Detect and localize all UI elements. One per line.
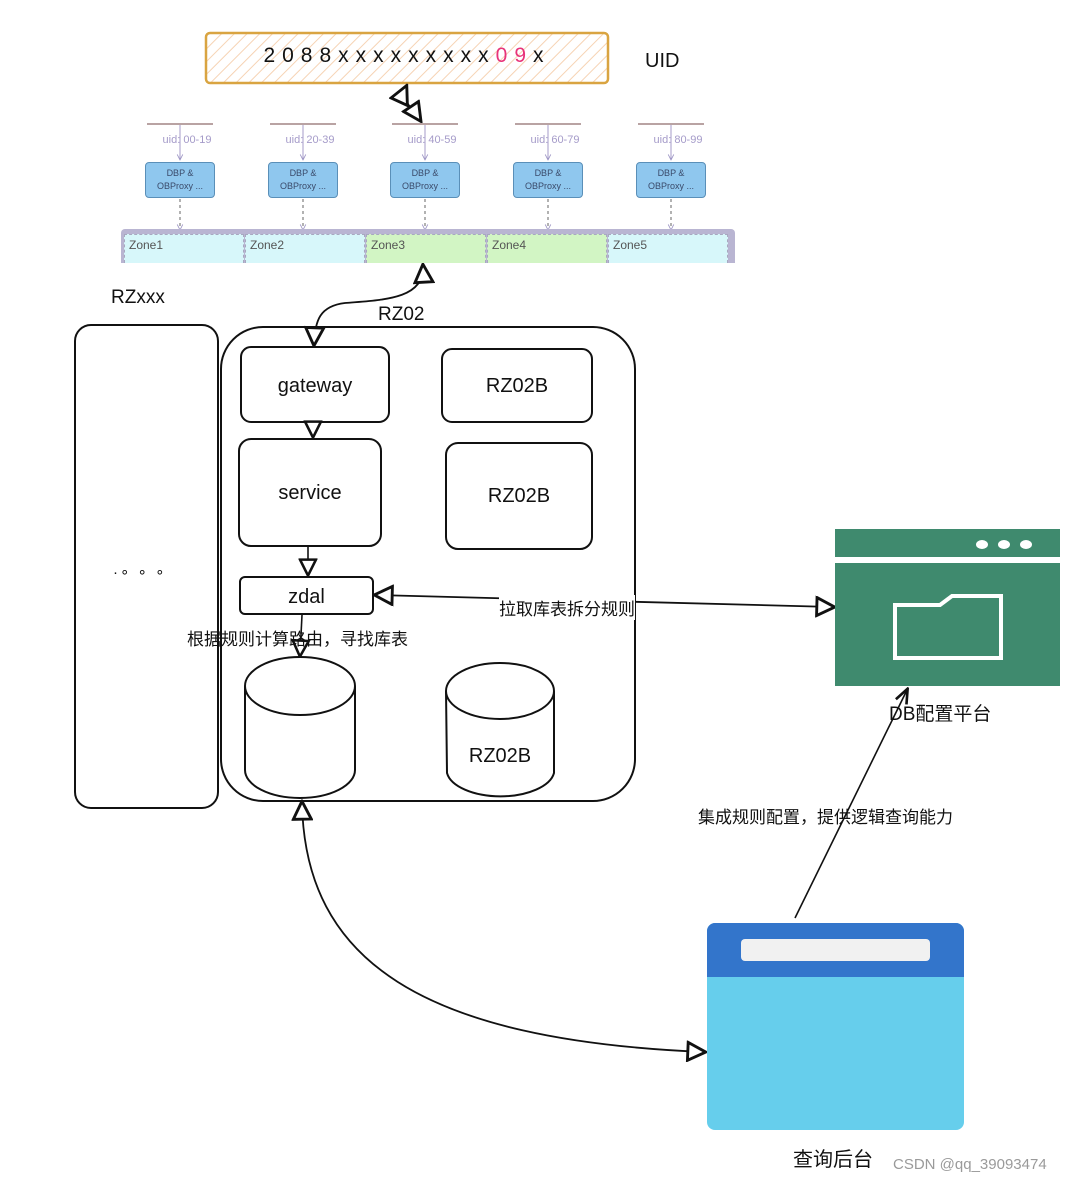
db-config-platform-label: DB配置平台 <box>889 704 992 725</box>
uid-prefix: 2088xxxxxxxxx <box>263 44 496 67</box>
shard-uid-range: uid: 40-59 <box>407 134 457 146</box>
pull-rules-label: 拉取库表拆分规则 <box>499 595 635 620</box>
proxy-label-line1: DBP & <box>411 168 439 178</box>
uid-shard-digits: 09 <box>495 44 534 67</box>
route-calc-label: 根据规则计算路由，寻找库表 <box>187 630 408 649</box>
uid-suffix: x <box>533 44 551 67</box>
proxy-label-line2: OBProxy ... <box>401 181 448 191</box>
query-to-db-arrow <box>302 803 704 1052</box>
shard-uid-range: uid: 80-99 <box>653 134 703 146</box>
window-dot-icon <box>976 540 988 549</box>
proxy-node: DBP & OBProxy ... <box>268 162 338 198</box>
shard-uid-range: uid: 00-19 <box>162 134 212 146</box>
proxy-node: DBP & OBProxy ... <box>390 162 460 198</box>
folder-icon <box>893 594 1003 660</box>
proxy-label-line2: OBProxy ... <box>647 181 694 191</box>
proxy-label-line1: DBP & <box>657 168 685 178</box>
proxy-label-line2: OBProxy ... <box>156 181 203 191</box>
proxy-label-line2: OBProxy ... <box>524 181 571 191</box>
zone-strip: Zone1 Zone2 Zone3 Zone4 Zone5 <box>121 229 735 263</box>
uid-pattern: 2088xxxxxxxxx09x <box>205 44 609 68</box>
watermark: CSDN @qq_39093474 <box>893 1156 1047 1173</box>
zdal-label: zdal <box>288 586 325 608</box>
window-dot-icon <box>1020 540 1032 549</box>
query-backend-label: 查询后台 <box>793 1149 873 1171</box>
proxy-label-line1: DBP & <box>289 168 317 178</box>
shard-uid-range: uid: 20-39 <box>285 134 335 146</box>
db-config-platform-window[interactable] <box>835 529 1060 686</box>
uid-to-shard-arrow <box>404 87 420 120</box>
integrate-rules-label: 集成规则配置，提供逻辑查询能力 <box>698 808 953 827</box>
proxy-label-line1: DBP & <box>534 168 562 178</box>
zone-cell: Zone5 <box>608 234 728 263</box>
proxy-label-line1: DBP & <box>166 168 194 178</box>
zone-cell: Zone4 <box>487 234 607 263</box>
proxy-node: DBP & OBProxy ... <box>145 162 215 198</box>
rz02b-label-1: RZ02B <box>485 375 549 397</box>
rz02-container <box>220 326 636 802</box>
rz02-title: RZ02 <box>378 304 425 325</box>
window-dot-icon <box>998 540 1010 549</box>
rz02b-cylinder <box>445 662 555 798</box>
shard-uid-range: uid: 60-79 <box>530 134 580 146</box>
proxy-node: DBP & OBProxy ... <box>513 162 583 198</box>
rzxxx-title: RZxxx <box>111 287 165 308</box>
zone-cell: Zone2 <box>245 234 365 263</box>
proxy-node: DBP & OBProxy ... <box>636 162 706 198</box>
database-cylinder <box>244 656 356 799</box>
window-titlebar-divider <box>835 557 1060 563</box>
rz02b-label-2: RZ02B <box>487 485 551 507</box>
service-label: service <box>278 482 342 504</box>
zone-cell: Zone3 <box>366 234 486 263</box>
query-backend-address-bar <box>741 939 930 961</box>
proxy-label-line2: OBProxy ... <box>279 181 326 191</box>
rz02b-db-label: RZ02B <box>468 745 532 767</box>
zone-cell: Zone1 <box>124 234 244 263</box>
gateway-label: gateway <box>277 375 353 397</box>
query-backend-header <box>707 923 964 977</box>
rzxxx-ellipsis: ·∘ ∘ ∘ <box>113 564 167 581</box>
query-backend-window[interactable] <box>707 923 964 1130</box>
uid-title: UID <box>645 50 680 72</box>
